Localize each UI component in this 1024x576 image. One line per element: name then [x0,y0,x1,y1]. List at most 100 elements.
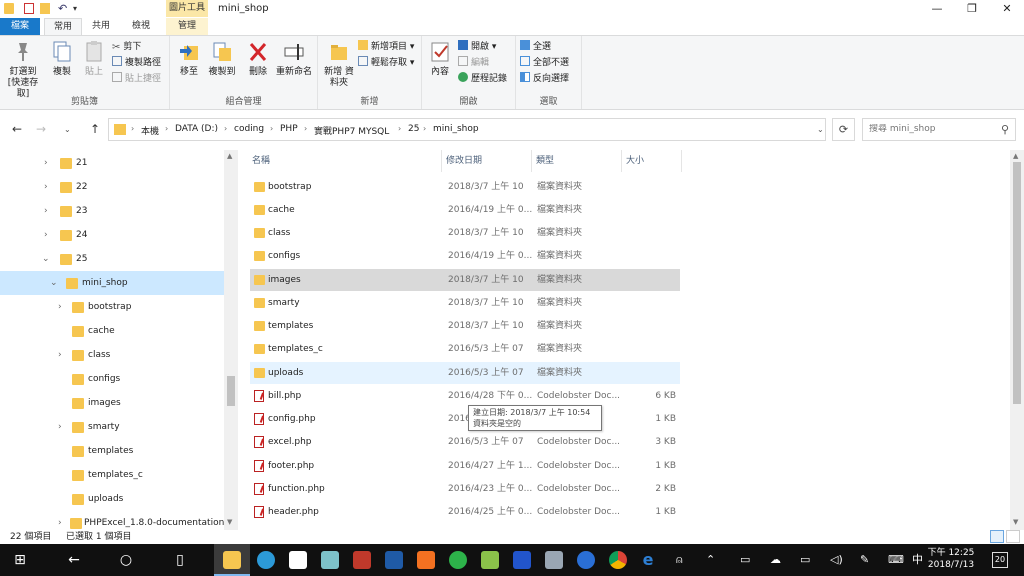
taskbar-app-9[interactable] [504,544,540,576]
breadcrumb-php7-mysql[interactable]: 實戰PHP7 MYSQL [314,124,389,137]
chevron-right-icon[interactable]: › [58,511,62,530]
file-row-config-php[interactable]: config.php 2016 1 KB [250,408,680,430]
chevron-right-icon[interactable]: › [44,199,48,223]
nav-item-templates-c[interactable]: templates_c [0,463,224,487]
properties-quick-icon[interactable] [24,3,34,14]
nav-item-configs[interactable]: configs [0,367,224,391]
new-item-button[interactable]: 新增項目 ▾ [358,40,414,54]
chevron-up-icon[interactable]: ⌃ [706,544,715,576]
nav-item-class[interactable]: › class [0,343,224,367]
taskbar-app-1[interactable] [248,544,284,576]
file-row-smarty[interactable]: smarty 2018/3/7 上午 10 檔案資料夾 [250,292,680,314]
breadcrumb-this-pc[interactable]: 本機 [141,124,159,137]
copy-to-button[interactable]: 複製到 [206,40,238,78]
file-row-configs[interactable]: configs 2016/4/19 上午 0... 檔案資料夾 [250,245,680,267]
file-row-uploads[interactable]: uploads 2016/5/3 上午 07 檔案資料夾 [250,362,680,384]
file-row-function-php[interactable]: function.php 2016/4/23 上午 0... Codelobster… [250,478,680,500]
nav-item-22[interactable]: › 22 [0,175,224,199]
new-folder-button[interactable]: 新增 資料夾 [322,40,356,89]
breadcrumb-mini-shop[interactable]: mini_shop [433,124,479,134]
chevron-right-icon[interactable]: › [44,223,48,247]
taskbar-app-2[interactable] [280,544,316,576]
file-list-scrollbar[interactable]: ▲ ▼ [1010,150,1024,530]
nav-item-images[interactable]: images [0,391,224,415]
breadcrumb-drive[interactable]: DATA (D:) [175,124,218,134]
column-size[interactable]: 大小 [622,150,682,172]
chevron-right-icon[interactable]: › [44,151,48,175]
taskbar-back-button[interactable]: ← [56,544,92,576]
delete-button[interactable]: 刪除 [244,40,272,78]
display-icon[interactable]: ▭ [740,544,750,576]
large-icons-view-button[interactable] [1006,530,1020,543]
chevron-right-icon[interactable]: › [44,175,48,199]
file-row-class[interactable]: class 2018/3/7 上午 10 檔案資料夾 [250,222,680,244]
paste-shortcut-button[interactable]: 貼上捷徑 [112,72,161,86]
file-row-images[interactable]: images 2018/3/7 上午 10 檔案資料夾 [250,269,680,291]
select-all-button[interactable]: 全選 [520,40,551,54]
breadcrumb-php[interactable]: PHP [280,124,298,134]
nav-scrollbar[interactable]: ▲ ▼ [224,150,238,530]
nav-scrollbar-thumb[interactable] [227,376,235,406]
customize-toolbar-icon[interactable]: ▾ [73,3,83,14]
people-icon[interactable]: ⍝ [676,544,683,576]
taskbar-app-7[interactable] [440,544,476,576]
volume-icon[interactable]: ◁) [830,544,843,576]
scroll-up-icon[interactable]: ▲ [1013,152,1018,160]
nav-item-25[interactable]: ⌄ 25 [0,247,224,271]
ime-indicator[interactable]: 中 [912,544,923,576]
chevron-down-icon[interactable]: ⌄ [50,271,58,295]
undo-icon[interactable]: ↶ [58,3,68,14]
cloud-icon[interactable]: ☁ [770,544,781,576]
back-button[interactable]: ← [12,122,22,136]
tab-file[interactable]: 檔案 [0,18,40,35]
tab-view[interactable]: 檢視 [122,18,160,35]
clock[interactable]: 下午 12:25 2018/7/13 [926,547,976,571]
column-name[interactable]: 名稱 [248,150,442,172]
taskbar-file-explorer[interactable] [214,544,250,576]
nav-item-23[interactable]: › 23 [0,199,224,223]
copy-button[interactable]: 複製 [48,40,76,78]
chevron-right-icon[interactable]: › [58,415,62,439]
taskbar-app-5[interactable] [376,544,412,576]
details-view-button[interactable] [990,530,1004,543]
open-button[interactable]: 開啟 ▾ [458,40,496,54]
taskbar-app-4[interactable] [344,544,380,576]
tab-share[interactable]: 共用 [84,18,118,35]
minimize-button[interactable]: — [920,0,954,18]
tab-home[interactable]: 常用 [44,18,82,35]
easy-access-button[interactable]: 輕鬆存取 ▾ [358,56,414,70]
edit-button[interactable]: 編輯 [458,56,489,70]
nav-item-cache[interactable]: cache [0,319,224,343]
breadcrumb-25[interactable]: 25 [408,124,419,134]
tab-manage[interactable]: 管理 [166,18,208,35]
column-type[interactable]: 類型 [532,150,622,172]
new-folder-quick-icon[interactable] [40,3,50,14]
file-row-excel-php[interactable]: excel.php 2016/5/3 上午 07 Codelobster Doc..… [250,431,680,453]
pen-icon[interactable]: ✎ [860,544,869,576]
nav-item-bootstrap[interactable]: › bootstrap [0,295,224,319]
up-button[interactable]: ↑ [90,122,100,136]
file-row-templates-c[interactable]: templates_c 2016/5/3 上午 07 檔案資料夾 [250,338,680,360]
nav-item-phpexcel-docs[interactable]: › PHPExcel_1.8.0-documentation_p [0,511,235,530]
file-row-footer-php[interactable]: footer.php 2016/4/27 上午 1... Codelobster D… [250,455,680,477]
search-box[interactable]: ⚲ [862,118,1016,141]
taskbar-app-10[interactable] [536,544,572,576]
restore-button[interactable]: ❐ [955,0,989,18]
recent-locations-button[interactable]: ⌄ [64,125,71,134]
nav-item-smarty[interactable]: › smarty [0,415,224,439]
invert-selection-button[interactable]: 反向選擇 [520,72,569,86]
rename-button[interactable]: 重新命名 [274,40,314,78]
taskbar-app-3[interactable] [312,544,348,576]
chevron-right-icon[interactable]: › [58,295,62,319]
task-view-button[interactable]: ▯ [162,544,198,576]
scroll-up-icon[interactable]: ▲ [227,152,232,160]
cut-button[interactable]: ✂ 剪下 [112,40,141,54]
scroll-down-icon[interactable]: ▼ [227,518,232,526]
move-to-button[interactable]: 移至 [174,40,204,78]
file-row-bootstrap[interactable]: bootstrap 2018/3/7 上午 10 檔案資料夾 [250,176,680,198]
scroll-down-icon[interactable]: ▼ [1013,518,1018,526]
network-icon[interactable]: ▭ [800,544,810,576]
breadcrumb-coding[interactable]: coding [234,124,264,134]
file-row-templates[interactable]: templates 2018/3/7 上午 10 檔案資料夾 [250,315,680,337]
history-button[interactable]: 歷程記錄 [458,72,507,86]
